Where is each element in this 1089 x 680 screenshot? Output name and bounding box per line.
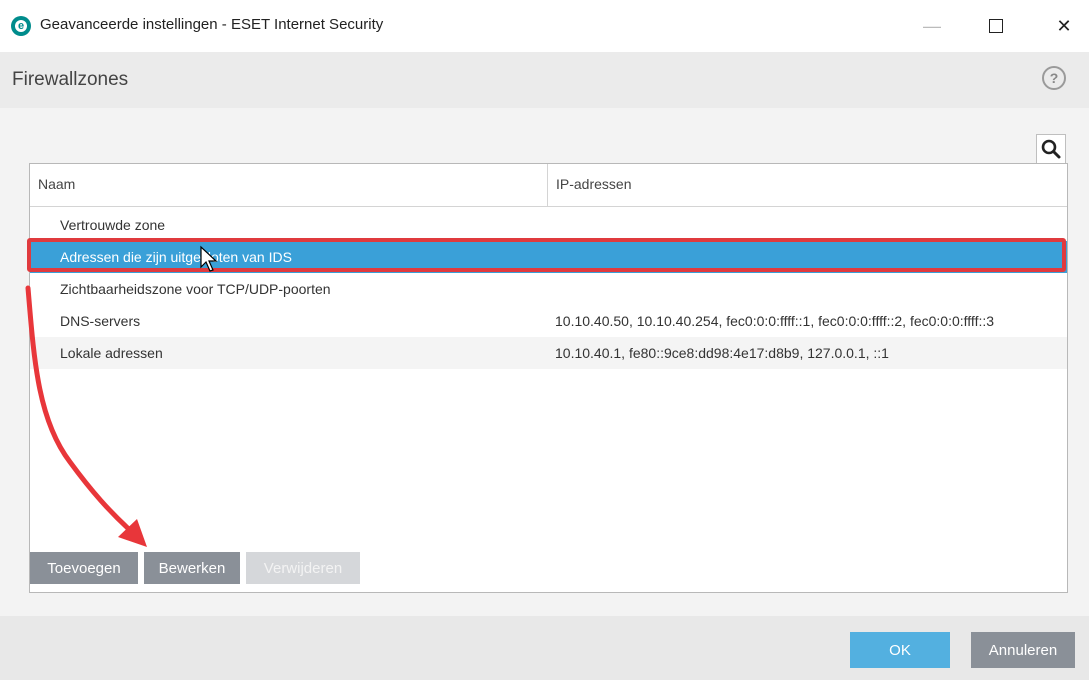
page-header: Firewallzones ? [0,52,1089,108]
add-button[interactable]: Toevoegen [30,552,138,584]
remove-button[interactable]: Verwijderen [246,552,360,584]
ok-button[interactable]: OK [850,632,950,668]
table-row-selected[interactable]: Adressen die zijn uitgesloten van IDS [27,238,1067,273]
row-name: DNS-servers [60,313,141,329]
row-name: Zichtbaarheidszone voor TCP/UDP-poorten [60,281,331,297]
table-row[interactable]: DNS-servers 10.10.40.50, 10.10.40.254, f… [30,305,1067,337]
table-row[interactable]: Zichtbaarheidszone voor TCP/UDP-poorten [30,273,1067,305]
page-title: Firewallzones [12,69,129,90]
help-icon[interactable]: ? [1042,66,1066,90]
row-ips: 10.10.40.50, 10.10.40.254, fec0:0:0:ffff… [555,313,995,329]
column-header-ip[interactable]: IP-adressen [556,176,631,192]
table-row[interactable]: Vertrouwde zone [30,209,1067,241]
minimize-button[interactable]: — [912,10,952,42]
search-icon [1041,139,1061,159]
column-divider[interactable] [547,164,548,206]
row-name: Adressen die zijn uitgesloten van IDS [60,249,292,265]
content-area: Naam IP-adressen Vertrouwde zone Adresse… [0,108,1089,616]
table-header: Naam IP-adressen [30,164,1067,207]
maximize-icon [989,19,1003,33]
column-header-name[interactable]: Naam [38,176,75,192]
edit-button[interactable]: Bewerken [144,552,240,584]
maximize-button[interactable] [976,10,1016,42]
row-ips: 10.10.40.1, fe80::9ce8:dd98:4e17:d8b9, 1… [555,345,889,361]
search-button[interactable] [1036,134,1066,164]
eset-logo-icon: e [11,16,31,36]
row-name: Lokale adressen [60,345,163,361]
close-button[interactable]: ✕ [1044,10,1084,42]
cancel-button[interactable]: Annuleren [971,632,1075,668]
table-row[interactable]: Lokale adressen 10.10.40.1, fe80::9ce8:d… [30,337,1067,369]
row-name: Vertrouwde zone [60,217,166,233]
window-title: Geavanceerde instellingen - ESET Interne… [40,16,384,33]
dialog-footer: OK Annuleren [0,616,1089,680]
title-bar: e Geavanceerde instellingen - ESET Inter… [0,0,1089,52]
zones-table: Naam IP-adressen Vertrouwde zone Adresse… [27,163,1068,593]
